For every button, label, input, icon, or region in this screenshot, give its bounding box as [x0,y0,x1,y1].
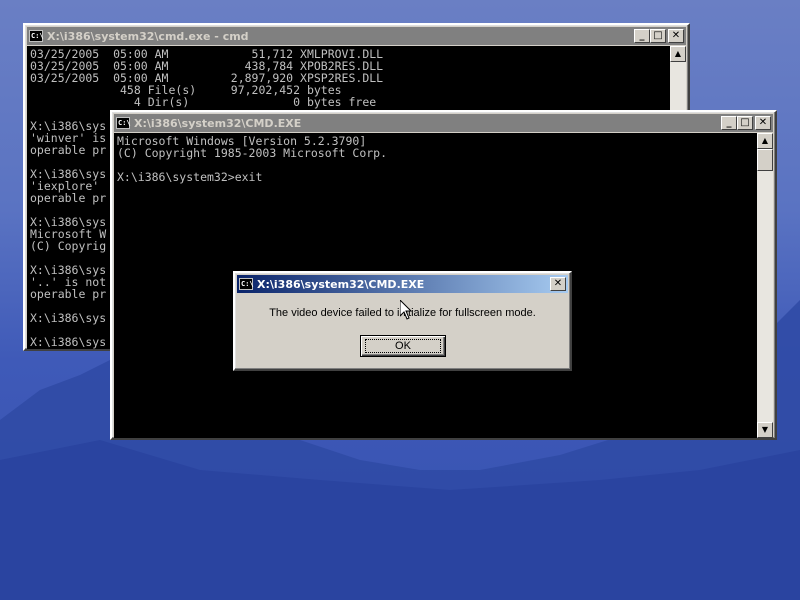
minimize-button[interactable]: _ [634,29,650,43]
close-button[interactable]: ✕ [755,116,771,130]
console-line: (C) Copyright 1985-2003 Microsoft Corp. [117,146,388,160]
dialog-titlebar[interactable]: C:\ X:\i386\system32\CMD.EXE ✕ [237,275,568,293]
minimize-button[interactable]: _ [721,116,737,130]
error-dialog[interactable]: C:\ X:\i386\system32\CMD.EXE ✕ The video… [233,271,572,371]
scroll-thumb[interactable] [757,149,773,171]
scroll-down-arrow-icon[interactable]: ▼ [757,422,773,438]
maximize-button[interactable]: □ [737,116,753,130]
console-icon: C:\ [29,30,44,42]
ok-button[interactable]: OK [360,335,446,357]
front-window-titlebar[interactable]: C:\ X:\i386\system32\CMD.EXE _ □ ✕ [114,114,773,132]
mouse-cursor-icon [400,300,412,320]
scroll-up-arrow-icon[interactable]: ▲ [670,46,686,62]
console-icon: C:\ [239,278,254,290]
maximize-button[interactable]: □ [650,29,666,43]
scroll-up-arrow-icon[interactable]: ▲ [757,133,773,149]
close-button[interactable]: ✕ [668,29,684,43]
console-line: X:\i386\system32>exit [117,170,263,184]
dialog-title: X:\i386\system32\CMD.EXE [257,277,425,291]
front-window-title: X:\i386\system32\CMD.EXE [134,116,302,130]
console-icon: C:\ [116,117,131,129]
front-scrollbar[interactable]: ▲ ▼ [757,133,773,438]
focus-rectangle [365,339,441,353]
console-line: 4 Dir(s) 0 bytes free [30,95,377,109]
dialog-close-button[interactable]: ✕ [550,277,566,291]
back-window-titlebar[interactable]: C:\ X:\i386\system32\cmd.exe - cmd _ □ ✕ [27,27,686,45]
back-window-title: X:\i386\system32\cmd.exe - cmd [47,29,249,43]
